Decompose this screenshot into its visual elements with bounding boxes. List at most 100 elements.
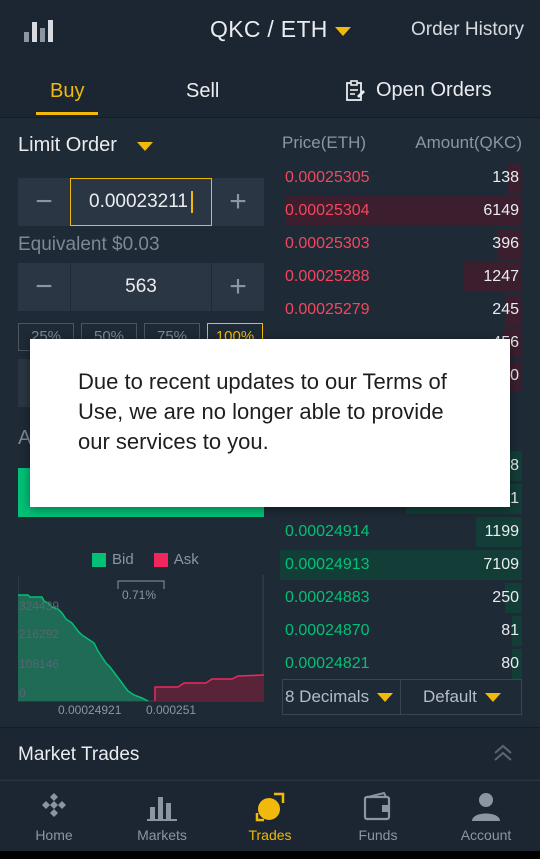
tab-sell[interactable]: Sell bbox=[186, 80, 219, 103]
tab-open-orders-label: Open Orders bbox=[376, 79, 492, 101]
ask-swatch bbox=[153, 552, 168, 567]
order-price: 0.00025305 bbox=[285, 169, 370, 186]
order-amount: 0 bbox=[510, 367, 519, 384]
order-amount: 1247 bbox=[483, 268, 519, 285]
order-price: 0.00024913 bbox=[285, 556, 370, 573]
nav-account-label: Account bbox=[460, 827, 512, 843]
bottom-nav: Home Markets Trades Funds Account bbox=[0, 780, 540, 859]
depth-chart[interactable]: 0.71% 324439 216292 108146 0 0.00024921 … bbox=[18, 575, 264, 715]
trades-icon bbox=[255, 792, 285, 822]
ask-row[interactable]: 0.00025279 245 bbox=[280, 295, 522, 325]
y-tick: 108146 bbox=[19, 657, 59, 671]
amount-decrease-button[interactable]: − bbox=[18, 263, 70, 311]
nav-markets[interactable]: Markets bbox=[108, 781, 216, 851]
funds-icon bbox=[363, 791, 391, 821]
trading-pair-selector[interactable]: QKC / ETH bbox=[210, 16, 328, 43]
order-amount: 80 bbox=[501, 655, 519, 672]
order-amount: 1 bbox=[510, 490, 519, 507]
chart-icon[interactable] bbox=[22, 16, 56, 44]
legend-bid: Bid bbox=[112, 551, 134, 568]
caret-down-icon[interactable] bbox=[137, 142, 153, 151]
ask-row[interactable]: 0.00025305 138 bbox=[280, 163, 522, 193]
x-tick: 0.000251 bbox=[146, 703, 196, 715]
tab-buy-indicator bbox=[36, 112, 98, 115]
spread-label: 0.71% bbox=[122, 588, 156, 602]
order-price: 0.00025279 bbox=[285, 301, 370, 318]
order-book-controls: 8 Decimals Default bbox=[282, 679, 522, 715]
y-tick: 324439 bbox=[19, 599, 59, 613]
price-increase-button[interactable]: + bbox=[212, 178, 264, 226]
nav-home[interactable]: Home bbox=[0, 781, 108, 851]
order-amount: 8 bbox=[510, 457, 519, 474]
order-amount: 7109 bbox=[483, 556, 519, 573]
order-price: 0.00024883 bbox=[285, 589, 370, 606]
caret-down-icon bbox=[484, 692, 501, 702]
nav-funds-label: Funds bbox=[358, 827, 398, 843]
bid-swatch bbox=[92, 552, 106, 567]
nav-trades[interactable]: Trades bbox=[216, 781, 324, 851]
y-tick: 0 bbox=[19, 686, 26, 700]
clipboard-icon bbox=[346, 79, 365, 101]
order-price: 0.00024914 bbox=[285, 523, 370, 540]
markets-icon bbox=[147, 797, 177, 821]
ask-row[interactable]: 0.00025303 396 bbox=[280, 229, 522, 259]
order-price: 0.00025303 bbox=[285, 235, 370, 252]
price-decrease-button[interactable]: − bbox=[18, 178, 70, 226]
amount-increase-button[interactable]: + bbox=[212, 263, 264, 311]
account-icon bbox=[472, 793, 500, 821]
order-type-selector[interactable]: Limit Order bbox=[18, 134, 117, 157]
order-price: 0.00024870 bbox=[285, 622, 370, 639]
order-amount: 138 bbox=[492, 169, 519, 186]
double-chevron-up-icon[interactable] bbox=[492, 742, 514, 764]
decimals-selector[interactable]: 8 Decimals bbox=[285, 680, 401, 714]
market-trades-bar[interactable]: Market Trades bbox=[0, 727, 540, 779]
view-selector[interactable]: Default bbox=[423, 680, 501, 714]
ask-row[interactable]: 0.00025288 1247 bbox=[280, 262, 522, 292]
decimals-label: 8 Decimals bbox=[285, 687, 370, 706]
bid-row[interactable]: 0.00024883 250 bbox=[280, 583, 522, 613]
amount-input[interactable]: 563 bbox=[70, 263, 212, 311]
order-amount: 245 bbox=[492, 301, 519, 318]
order-amount: 81 bbox=[501, 622, 519, 639]
ask-depth-area bbox=[155, 675, 264, 701]
amount-stepper: − 563 + bbox=[18, 263, 264, 311]
price-column-header: Price(ETH) bbox=[282, 133, 367, 152]
ask-row[interactable]: 0.00025304 6149 bbox=[280, 196, 522, 226]
price-input[interactable]: 0.00023211 bbox=[70, 178, 212, 226]
amount-column-header: Amount(QKC) bbox=[415, 133, 522, 152]
order-tabs: Buy Sell Open Orders bbox=[0, 62, 540, 118]
equivalent-value: Equivalent $0.03 bbox=[18, 234, 160, 255]
text-cursor bbox=[190, 191, 193, 213]
x-tick: 0.00024921 bbox=[58, 703, 122, 715]
order-amount: 1199 bbox=[484, 523, 519, 540]
order-amount: 6149 bbox=[483, 202, 519, 219]
home-icon bbox=[42, 793, 66, 817]
bid-row[interactable]: 0.00024821 80 bbox=[280, 649, 522, 679]
terms-notice-message: Due to recent updates to our Terms of Us… bbox=[78, 369, 447, 454]
terms-notice-dialog[interactable]: Due to recent updates to our Terms of Us… bbox=[30, 339, 510, 507]
tab-buy[interactable]: Buy bbox=[50, 80, 84, 103]
order-amount: 250 bbox=[492, 589, 519, 606]
order-price: 0.00024821 bbox=[285, 655, 370, 672]
nav-funds[interactable]: Funds bbox=[324, 781, 432, 851]
top-bar: QKC / ETH Order History bbox=[0, 0, 540, 62]
tab-open-orders[interactable]: Open Orders bbox=[344, 79, 492, 102]
order-price: 0.00025304 bbox=[285, 202, 370, 219]
bid-row[interactable]: 0.00024913 7109 bbox=[280, 550, 522, 580]
nav-markets-label: Markets bbox=[137, 827, 187, 843]
nav-account[interactable]: Account bbox=[432, 781, 540, 851]
legend-ask: Ask bbox=[173, 551, 199, 568]
caret-down-icon bbox=[377, 692, 394, 702]
order-price: 0.00025288 bbox=[285, 268, 370, 285]
y-tick: 216292 bbox=[19, 627, 59, 641]
market-trades-label: Market Trades bbox=[18, 744, 140, 765]
bid-row[interactable]: 0.00024870 81 bbox=[280, 616, 522, 646]
nav-home-label: Home bbox=[35, 827, 73, 843]
price-stepper: − 0.00023211 + bbox=[18, 178, 264, 226]
nav-trades-label: Trades bbox=[248, 827, 292, 843]
caret-down-icon[interactable] bbox=[335, 27, 351, 36]
order-history-link[interactable]: Order History bbox=[411, 19, 524, 41]
view-label: Default bbox=[423, 687, 477, 706]
price-value: 0.00023211 bbox=[89, 191, 188, 212]
bid-row[interactable]: 0.00024914 1199 bbox=[280, 517, 522, 547]
